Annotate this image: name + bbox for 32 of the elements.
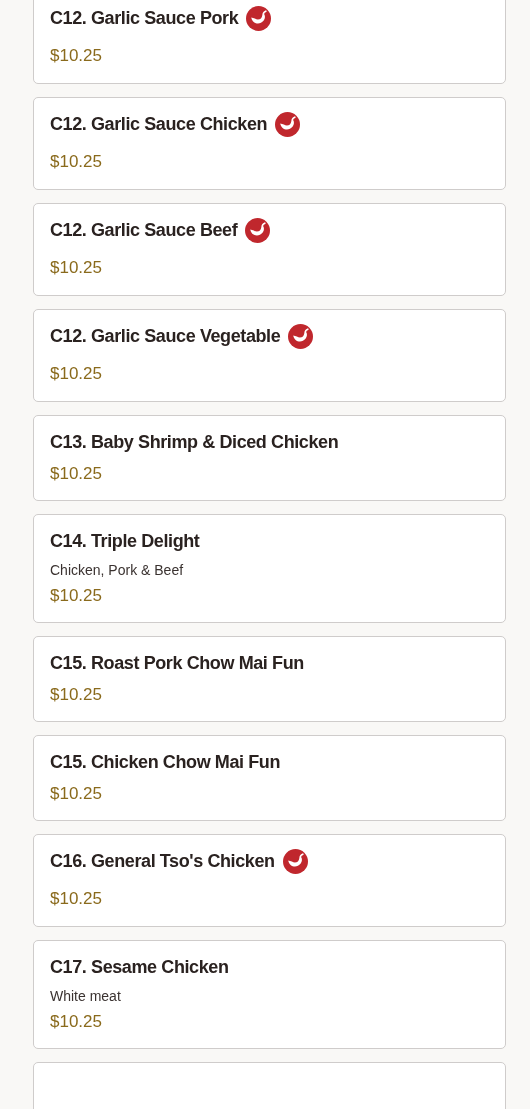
dish-name: C16. General Tso's Chicken	[50, 850, 275, 872]
menu-item-card[interactable]: C17. Sesame Chicken White meat $10.25	[33, 940, 506, 1049]
dish-price: $10.25	[50, 586, 103, 606]
menu-item-card[interactable]: C16. General Tso's Chicken $10.25	[33, 834, 506, 927]
dish-name: C13. Baby Shrimp & Diced Chicken	[50, 431, 339, 453]
dish-name: C12. Garlic Sauce Beef	[50, 219, 238, 241]
dish-price: $10.25	[50, 464, 103, 484]
dish-name: C17. Sesame Chicken	[50, 956, 229, 978]
dish-name: C14. Triple Delight	[50, 530, 200, 552]
dish-price: $10.25	[50, 152, 103, 172]
dish-description: Chicken, Pork & Beef	[50, 562, 185, 578]
dish-name: C12. Garlic Sauce Vegetable	[50, 325, 281, 347]
dish-price: $10.25	[50, 258, 103, 278]
dish-name: C12. Garlic Sauce Pork	[50, 7, 239, 29]
menu-item-card[interactable]: C15. Roast Pork Chow Mai Fun $10.25	[33, 636, 506, 722]
menu-item-card[interactable]: C13. Baby Shrimp & Diced Chicken $10.25	[33, 415, 506, 501]
dish-name: C12. Garlic Sauce Chicken	[50, 113, 268, 135]
menu-item-card[interactable]: C12. Garlic Sauce Pork $10.25	[33, 0, 506, 84]
dish-price: $10.25	[50, 889, 103, 909]
menu-item-card[interactable]: C15. Chicken Chow Mai Fun $10.25	[33, 735, 506, 821]
dish-price: $10.25	[50, 364, 103, 384]
dish-description: White meat	[50, 988, 122, 1004]
menu-item-card[interactable]: C12. Garlic Sauce Chicken $10.25	[33, 97, 506, 190]
dish-price: $10.25	[50, 46, 103, 66]
menu-item-card[interactable]: C14. Triple Delight Chicken, Pork & Beef $10.25	[33, 514, 506, 623]
dish-name: C15. Roast Pork Chow Mai Fun	[50, 652, 304, 674]
dish-name: C15. Chicken Chow Mai Fun	[50, 751, 281, 773]
dish-price: $10.25	[50, 784, 103, 804]
dish-price: $10.25	[50, 1012, 103, 1032]
dish-price: $10.25	[50, 685, 103, 705]
menu-item-card[interactable]: C12. Garlic Sauce Beef $10.25	[33, 203, 506, 296]
menu-item-card[interactable]: C12. Garlic Sauce Vegetable $10.25	[33, 309, 506, 402]
